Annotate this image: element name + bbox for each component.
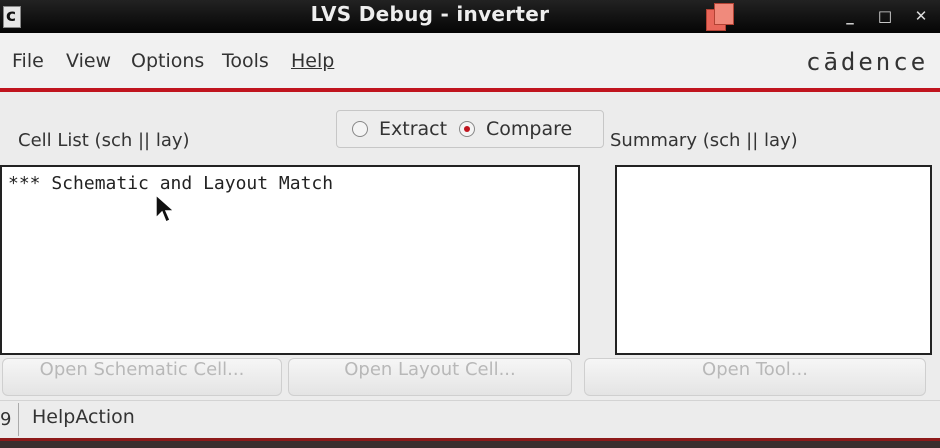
mouse-pointer-icon (155, 194, 176, 223)
summary-list[interactable] (615, 165, 932, 355)
menu-help[interactable]: Help (291, 50, 334, 72)
compare-radio-label[interactable]: Compare (486, 118, 572, 140)
title-bar: c LVS Debug - inverter _ □ ✕ (0, 0, 940, 33)
status-message: HelpAction (32, 406, 135, 428)
cadence-logo: cādence (806, 48, 929, 76)
close-button[interactable]: ✕ (909, 5, 933, 27)
brand-divider (0, 88, 940, 92)
status-bar: 9 (0, 400, 940, 439)
status-left-cell: 9 (0, 403, 19, 436)
menu-view[interactable]: View (66, 50, 111, 72)
menu-tools[interactable]: Tools (222, 50, 269, 72)
open-layout-cell-button[interactable]: Open Layout Cell... (288, 358, 572, 396)
maximize-button[interactable]: □ (873, 5, 897, 27)
window-bottom-border (0, 438, 940, 448)
list-item[interactable]: *** Schematic and Layout Match (8, 173, 333, 194)
menu-options[interactable]: Options (131, 50, 204, 72)
minimize-button[interactable]: _ (838, 5, 862, 27)
compare-radio[interactable] (459, 121, 475, 137)
screen-overlay-icon (706, 3, 734, 31)
open-tool-button[interactable]: Open Tool... (584, 358, 926, 396)
open-schematic-cell-button[interactable]: Open Schematic Cell... (2, 358, 282, 396)
menu-file[interactable]: File (12, 50, 44, 72)
cell-list[interactable]: *** Schematic and Layout Match (0, 165, 580, 355)
extract-radio-label[interactable]: Extract (379, 118, 447, 140)
summary-label: Summary (sch || lay) (610, 130, 798, 151)
extract-radio[interactable] (352, 121, 368, 137)
cell-list-label: Cell List (sch || lay) (18, 130, 190, 151)
